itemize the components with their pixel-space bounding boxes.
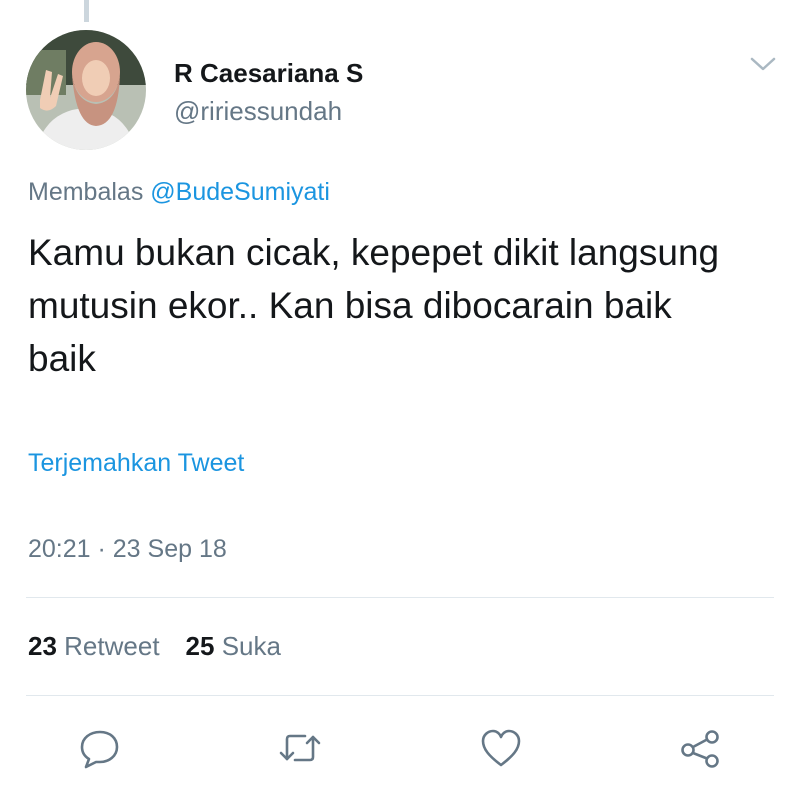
reply-prefix: Membalas bbox=[28, 178, 144, 206]
like-label: Suka bbox=[221, 631, 281, 661]
reply-icon[interactable] bbox=[78, 726, 122, 770]
retweet-label: Retweet bbox=[64, 631, 160, 661]
retweet-count: 23 bbox=[28, 631, 57, 661]
user-handle[interactable]: @ririessundah bbox=[174, 96, 342, 127]
heart-icon[interactable] bbox=[479, 726, 523, 770]
engagement-stats: 23 Retweet 25 Suka bbox=[28, 631, 307, 662]
divider bbox=[26, 597, 774, 598]
reply-context: Membalas @BudeSumiyati bbox=[28, 178, 330, 207]
translate-tweet-link[interactable]: Terjemahkan Tweet bbox=[28, 449, 244, 478]
chevron-down-icon[interactable] bbox=[748, 52, 778, 76]
tweet-timestamp: 20:21 · 23 Sep 18 bbox=[28, 535, 227, 563]
like-count: 25 bbox=[185, 631, 215, 661]
retweet-icon[interactable] bbox=[278, 726, 322, 770]
retweet-stat[interactable]: 23 Retweet bbox=[28, 631, 160, 661]
thread-connector-line bbox=[84, 0, 89, 22]
share-icon[interactable] bbox=[678, 726, 722, 770]
tweet-text: Kamu bukan cicak, kepepet dikit langsung… bbox=[28, 232, 720, 379]
tweet-detail: R Caesariana S @ririessundah Membalas @B… bbox=[0, 0, 800, 800]
like-stat[interactable]: 25 Suka bbox=[186, 631, 281, 661]
display-name[interactable]: R Caesariana S bbox=[174, 58, 363, 89]
reply-mention-link[interactable]: @BudeSumiyati bbox=[150, 178, 330, 206]
divider bbox=[26, 695, 774, 696]
avatar[interactable] bbox=[26, 30, 146, 150]
